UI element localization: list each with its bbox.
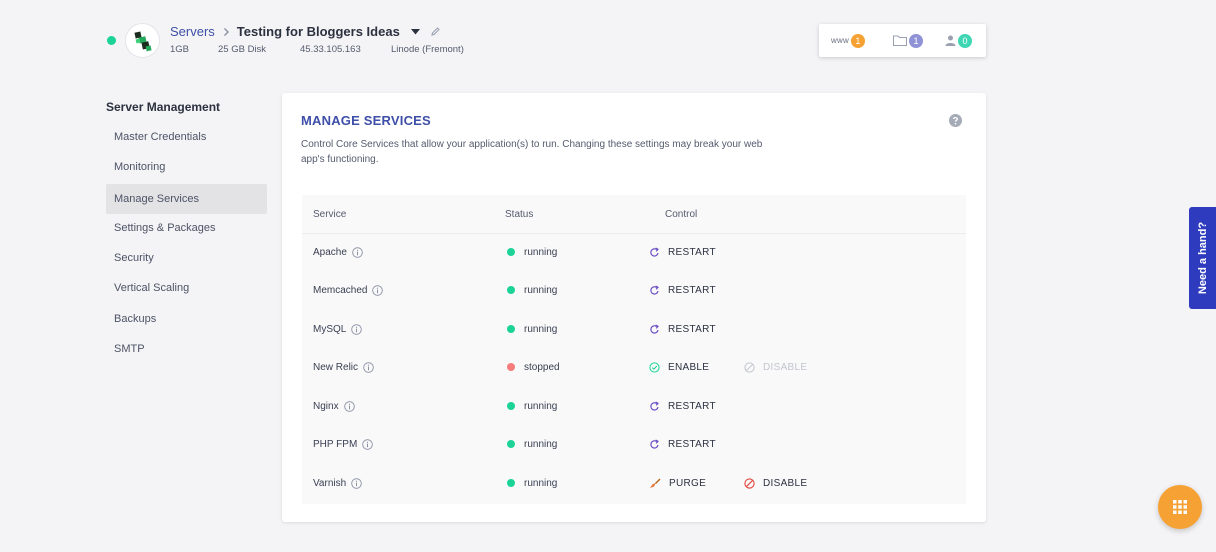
stat-www-apps[interactable]: www 1: [831, 24, 865, 57]
server-ram: 1GB: [170, 44, 190, 55]
table-row: Memcached running RESTART: [302, 271, 966, 309]
enable-button[interactable]: ENABLE: [649, 348, 709, 386]
service-status: running: [524, 246, 558, 258]
sidebar-item-monitoring[interactable]: Monitoring: [106, 152, 267, 182]
edit-server-name-pencil-icon[interactable]: [430, 26, 441, 37]
purge-button[interactable]: PURGE: [649, 464, 706, 502]
service-status: running: [524, 323, 558, 335]
table-row: MySQL running RESTART: [302, 310, 966, 348]
status-running-dot: [507, 402, 515, 410]
status-running-dot: [507, 440, 515, 448]
sidebar-item-security[interactable]: Security: [106, 243, 267, 273]
status-running-dot: [507, 325, 515, 333]
ban-icon: [744, 361, 755, 373]
table-row: Apache running RESTART: [302, 233, 966, 271]
restart-button[interactable]: RESTART: [649, 387, 716, 425]
service-status: stopped: [524, 361, 560, 373]
folder-icon: [893, 35, 907, 46]
www-icon: www: [831, 36, 849, 45]
sidebar-item-backups[interactable]: Backups: [106, 304, 267, 334]
grid-icon: [1173, 500, 1187, 514]
info-icon[interactable]: [352, 246, 363, 258]
card-title: MANAGE SERVICES: [301, 113, 431, 128]
sidebar-item-manage-services[interactable]: Manage Services: [106, 184, 267, 214]
table-row: PHP FPM running RESTART: [302, 425, 966, 463]
breadcrumb-servers-link[interactable]: Servers: [170, 24, 215, 39]
info-icon[interactable]: [351, 323, 363, 335]
apps-menu-button[interactable]: [1158, 485, 1202, 529]
info-icon[interactable]: [372, 284, 384, 296]
sidebar-item-master-credentials[interactable]: Master Credentials: [106, 122, 267, 152]
service-name: New Relic: [313, 361, 359, 373]
stat-users[interactable]: 0: [945, 24, 972, 57]
restart-button[interactable]: RESTART: [649, 310, 716, 348]
table-row: Nginx running RESTART: [302, 387, 966, 425]
service-name: Memcached: [313, 284, 368, 296]
sidebar-item-settings-packages[interactable]: Settings & Packages: [106, 213, 267, 243]
column-header-control: Control: [665, 208, 698, 220]
service-name: Varnish: [313, 477, 347, 489]
info-icon[interactable]: [363, 361, 374, 373]
broom-icon: [649, 478, 661, 489]
status-stopped-dot: [507, 363, 515, 371]
server-switcher-caret-down-icon[interactable]: [410, 28, 420, 35]
restart-icon: [649, 438, 660, 450]
table-row: New Relic stopped ENABLE DISABLE: [302, 348, 966, 386]
server-ip: 45.33.105.163: [300, 44, 361, 55]
www-count-badge: 1: [850, 33, 865, 48]
service-name: Nginx: [313, 400, 339, 412]
server-provider: Linode (Fremont): [391, 44, 464, 55]
files-count-badge: 1: [909, 33, 923, 48]
info-icon[interactable]: [343, 400, 355, 412]
info-icon[interactable]: [351, 477, 362, 489]
service-status: running: [524, 477, 558, 489]
server-stats: www 1 1 0: [819, 24, 986, 57]
service-name: PHP FPM: [313, 438, 358, 450]
service-status: running: [524, 400, 558, 412]
disable-button[interactable]: DISABLE: [744, 348, 807, 386]
restart-icon: [649, 400, 660, 412]
sidebar-item-vertical-scaling[interactable]: Vertical Scaling: [106, 273, 267, 303]
manage-services-card: MANAGE SERVICES Control Core Services th…: [282, 93, 986, 522]
need-a-hand-label: Need a hand?: [1196, 221, 1209, 295]
server-meta: 1GB 25 GB Disk 45.33.105.163 Linode (Fre…: [0, 44, 600, 58]
ban-icon: [744, 477, 755, 489]
service-status: running: [524, 438, 558, 450]
service-name: MySQL: [313, 323, 347, 335]
service-name: Apache: [313, 246, 347, 258]
disable-button[interactable]: DISABLE: [744, 464, 807, 502]
restart-button[interactable]: RESTART: [649, 425, 716, 463]
status-running-dot: [507, 479, 515, 487]
services-table: Service Status Control Apache running RE…: [302, 195, 966, 504]
question-icon[interactable]: [949, 114, 962, 132]
column-header-status: Status: [505, 208, 534, 220]
user-icon: [945, 35, 956, 46]
status-running-dot: [507, 286, 515, 294]
status-running-dot: [507, 248, 515, 256]
restart-icon: [649, 323, 660, 335]
check-circle-icon: [649, 361, 660, 373]
server-disk: 25 GB Disk: [218, 44, 267, 55]
sidebar-heading: Server Management: [106, 100, 221, 114]
breadcrumb: Servers Testing for Bloggers Ideas: [170, 24, 441, 39]
restart-icon: [649, 284, 660, 296]
users-count-badge: 0: [958, 33, 972, 48]
restart-button[interactable]: RESTART: [649, 233, 716, 271]
stat-files[interactable]: 1: [893, 24, 923, 57]
restart-icon: [649, 246, 660, 258]
need-a-hand-tab[interactable]: Need a hand?: [1189, 207, 1216, 309]
column-header-service: Service: [313, 208, 347, 220]
info-icon[interactable]: [362, 438, 374, 450]
sidebar-item-smtp[interactable]: SMTP: [106, 334, 267, 364]
server-name: Testing for Bloggers Ideas: [236, 24, 400, 39]
table-row: Varnish running PURGE DISABLE: [302, 464, 966, 502]
card-description: Control Core Services that allow your ap…: [301, 139, 763, 165]
service-status: running: [524, 284, 558, 296]
chevron-right-icon: [223, 27, 230, 37]
restart-button[interactable]: RESTART: [649, 271, 716, 309]
